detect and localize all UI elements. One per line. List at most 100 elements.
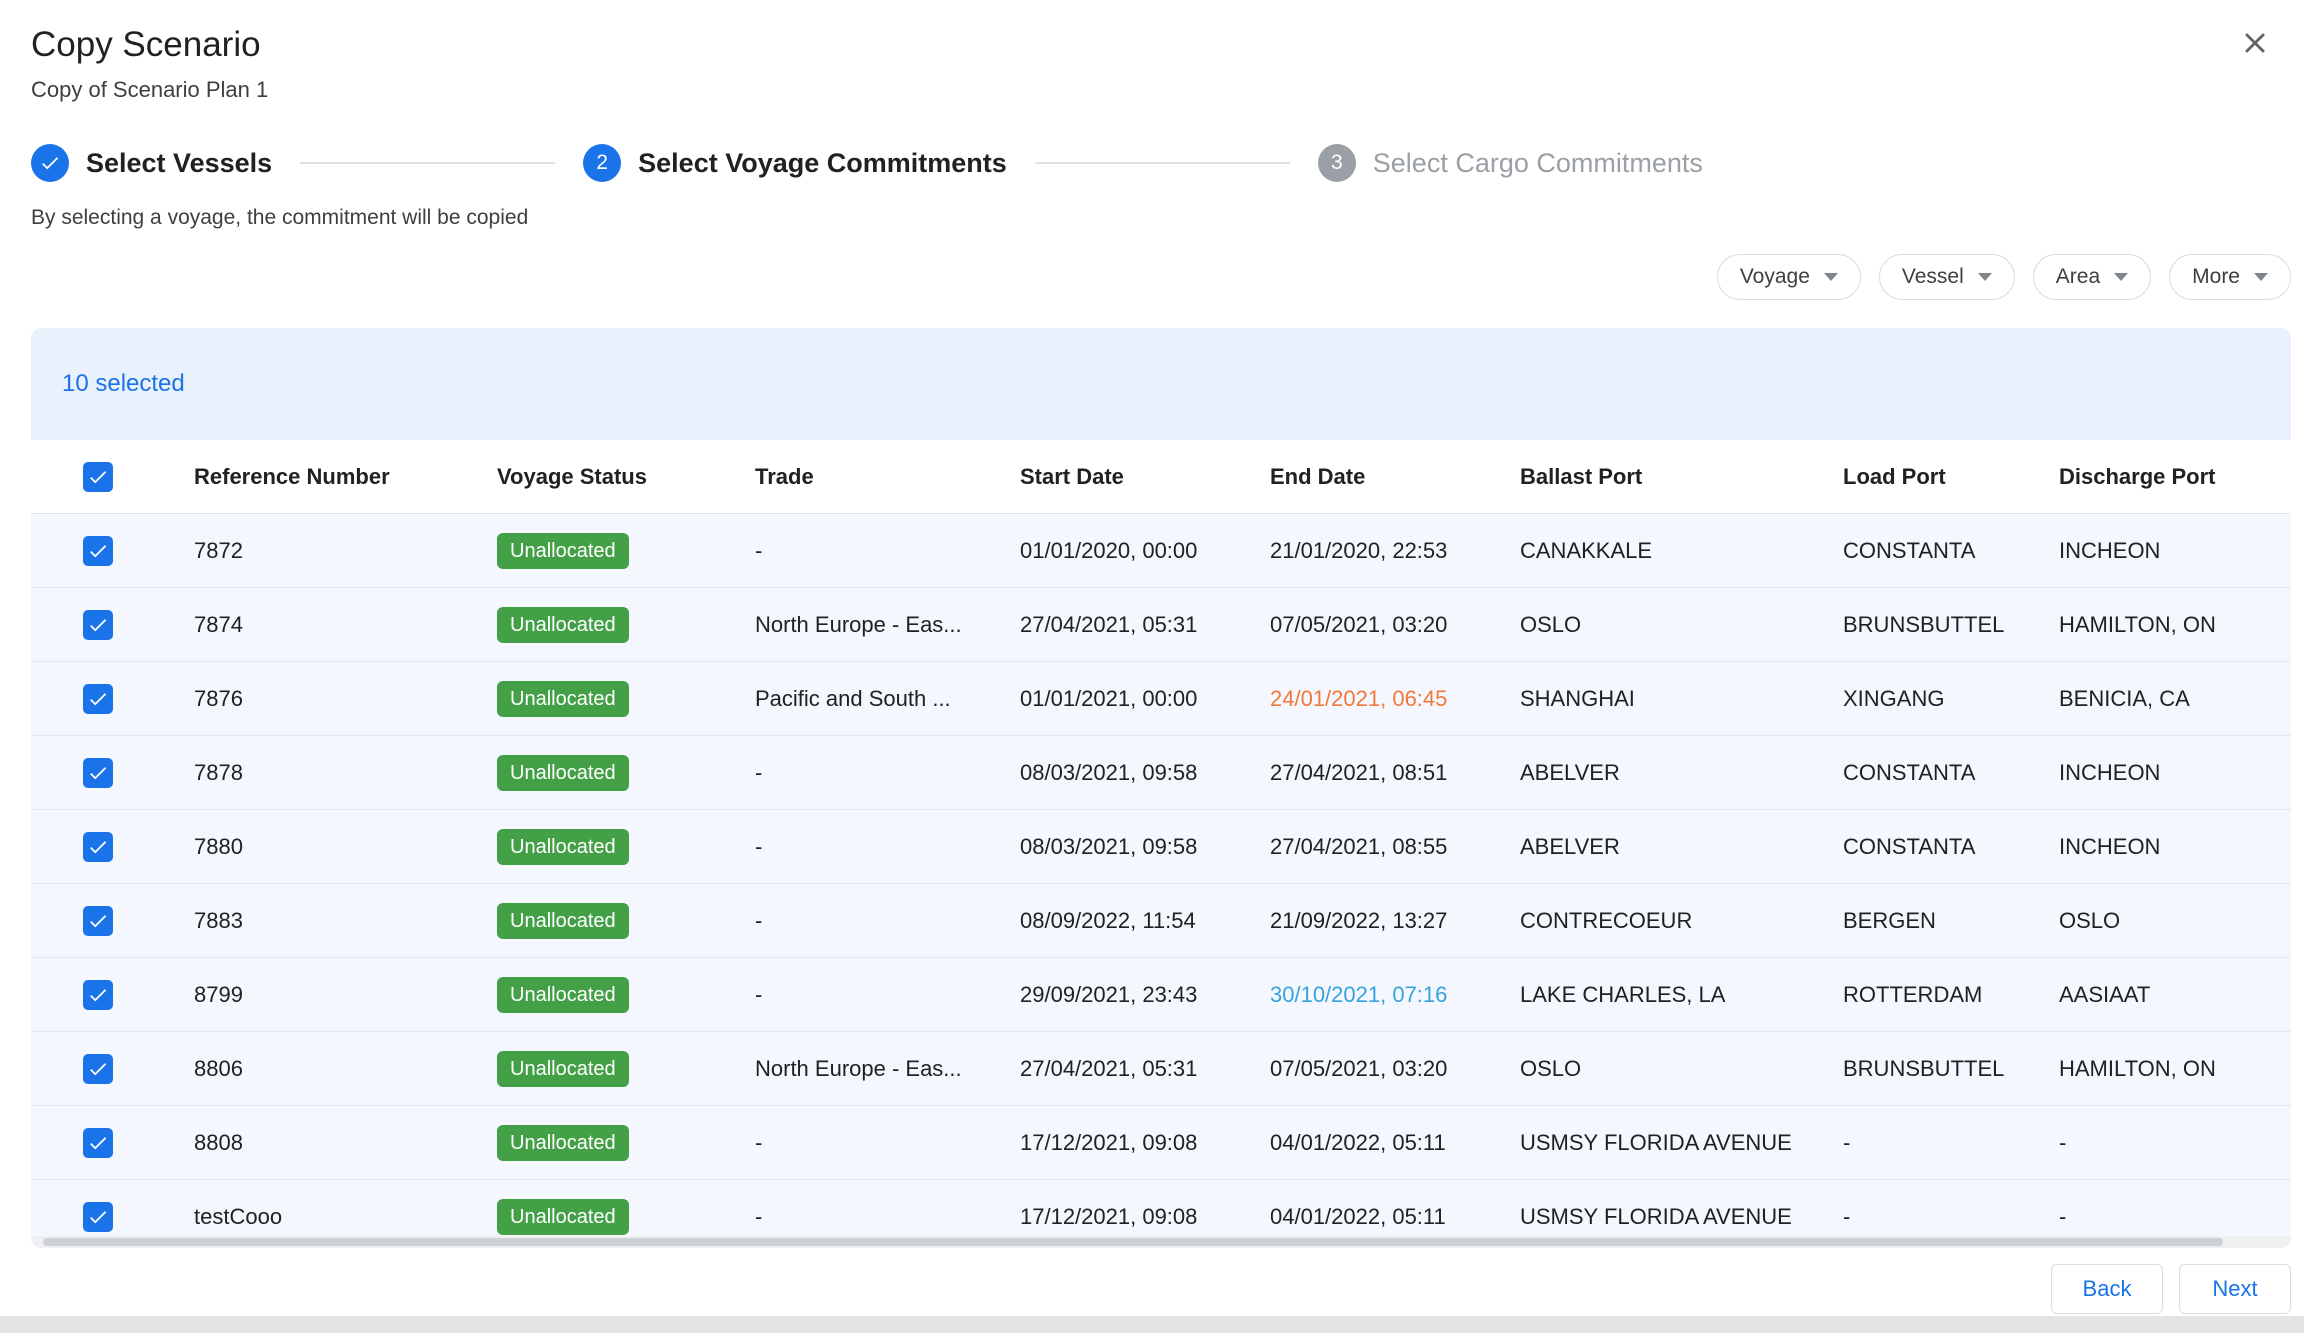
reference-number-cell: testCooo (194, 1204, 497, 1230)
start-date-cell: 17/12/2021, 09:08 (1020, 1130, 1270, 1156)
status-badge: Unallocated (497, 977, 629, 1013)
start-date-cell: 08/03/2021, 09:58 (1020, 834, 1270, 860)
stepper-caption: By selecting a voyage, the commitment wi… (31, 206, 2273, 230)
row-checkbox-cell (31, 980, 194, 1010)
load-port-cell: BERGEN (1843, 908, 2059, 934)
row-checkbox[interactable] (83, 536, 113, 566)
step-select-vessels[interactable]: Select Vessels (31, 144, 272, 182)
table-row: 7880 Unallocated - 08/03/2021, 09:58 27/… (31, 810, 2291, 884)
trade-cell: Pacific and South ... (755, 686, 1020, 712)
check-icon (87, 614, 109, 636)
select-all-checkbox[interactable] (83, 462, 113, 492)
column-header-voyage-status: Voyage Status (497, 464, 755, 490)
step-select-cargo-commitments[interactable]: 3 Select Cargo Commitments (1318, 144, 1703, 182)
voyage-status-cell: Unallocated (497, 755, 755, 791)
end-date-cell: 07/05/2021, 03:20 (1270, 612, 1520, 638)
row-checkbox[interactable] (83, 1128, 113, 1158)
table-header-row: Reference Number Voyage Status Trade Sta… (31, 440, 2291, 514)
voyage-status-cell: Unallocated (497, 1051, 755, 1087)
vessel-filter-button[interactable]: Vessel (1879, 254, 2015, 300)
column-header-end-date: End Date (1270, 464, 1520, 490)
voyage-status-cell: Unallocated (497, 1199, 755, 1235)
start-date-cell: 01/01/2020, 00:00 (1020, 538, 1270, 564)
row-checkbox[interactable] (83, 1054, 113, 1084)
discharge-port-cell: INCHEON (2059, 834, 2291, 860)
check-icon (39, 152, 61, 174)
back-button[interactable]: Back (2051, 1264, 2163, 1314)
filter-bar: Voyage Vessel Area More (31, 254, 2291, 300)
discharge-port-cell: INCHEON (2059, 538, 2291, 564)
ballast-port-cell: CANAKKALE (1520, 538, 1843, 564)
end-date-cell: 04/01/2022, 05:11 (1270, 1204, 1520, 1230)
step-2-indicator: 2 (583, 144, 621, 182)
reference-number-cell: 7883 (194, 908, 497, 934)
row-checkbox[interactable] (83, 1202, 113, 1232)
status-badge: Unallocated (497, 1051, 629, 1087)
discharge-port-cell: - (2059, 1204, 2291, 1230)
start-date-cell: 08/09/2022, 11:54 (1020, 908, 1270, 934)
ballast-port-cell: OSLO (1520, 1056, 1843, 1082)
table-row: 7883 Unallocated - 08/09/2022, 11:54 21/… (31, 884, 2291, 958)
load-port-cell: - (1843, 1130, 2059, 1156)
more-filter-button[interactable]: More (2169, 254, 2291, 300)
column-header-reference-number: Reference Number (194, 464, 497, 490)
trade-cell: - (755, 982, 1020, 1008)
end-date-cell: 27/04/2021, 08:51 (1270, 760, 1520, 786)
end-date-cell: 21/01/2020, 22:53 (1270, 538, 1520, 564)
start-date-cell: 17/12/2021, 09:08 (1020, 1204, 1270, 1230)
voyage-filter-button[interactable]: Voyage (1717, 254, 1861, 300)
check-icon (87, 466, 109, 488)
row-checkbox[interactable] (83, 684, 113, 714)
table-row: 7874 Unallocated North Europe - Eas... 2… (31, 588, 2291, 662)
check-icon (87, 1058, 109, 1080)
reference-number-cell: 8808 (194, 1130, 497, 1156)
load-port-cell: CONSTANTA (1843, 760, 2059, 786)
more-filter-label: More (2192, 265, 2240, 289)
discharge-port-cell: BENICIA, CA (2059, 686, 2291, 712)
load-port-cell: ROTTERDAM (1843, 982, 2059, 1008)
status-badge: Unallocated (497, 681, 629, 717)
horizontal-scrollbar[interactable] (31, 1236, 2291, 1248)
end-date-cell: 04/01/2022, 05:11 (1270, 1130, 1520, 1156)
voyage-status-cell: Unallocated (497, 903, 755, 939)
discharge-port-cell: OSLO (2059, 908, 2291, 934)
scrollbar-thumb[interactable] (43, 1238, 2223, 1246)
selection-bar: 10 selected (31, 328, 2291, 440)
end-date-cell: 30/10/2021, 07:16 (1270, 982, 1520, 1008)
table-row: 8799 Unallocated - 29/09/2021, 23:43 30/… (31, 958, 2291, 1032)
row-checkbox-cell (31, 1202, 194, 1232)
row-checkbox[interactable] (83, 610, 113, 640)
step-select-voyage-commitments[interactable]: 2 Select Voyage Commitments (583, 144, 1007, 182)
ballast-port-cell: SHANGHAI (1520, 686, 1843, 712)
voyage-status-cell: Unallocated (497, 533, 755, 569)
row-checkbox[interactable] (83, 832, 113, 862)
end-date-cell: 24/01/2021, 06:45 (1270, 686, 1520, 712)
check-icon (87, 762, 109, 784)
row-checkbox[interactable] (83, 906, 113, 936)
dialog-footer: Back Next (0, 1264, 2291, 1314)
column-header-load-port: Load Port (1843, 464, 2059, 490)
ballast-port-cell: ABELVER (1520, 760, 1843, 786)
stepper: Select Vessels 2 Select Voyage Commitmen… (31, 144, 2273, 182)
load-port-cell: BRUNSBUTTEL (1843, 612, 2059, 638)
close-button[interactable] (2232, 20, 2278, 69)
load-port-cell: CONSTANTA (1843, 834, 2059, 860)
area-filter-button[interactable]: Area (2033, 254, 2151, 300)
row-checkbox[interactable] (83, 758, 113, 788)
check-icon (87, 984, 109, 1006)
reference-number-cell: 7880 (194, 834, 497, 860)
status-badge: Unallocated (497, 533, 629, 569)
row-checkbox-cell (31, 1128, 194, 1158)
load-port-cell: XINGANG (1843, 686, 2059, 712)
vessel-filter-label: Vessel (1902, 265, 1964, 289)
trade-cell: North Europe - Eas... (755, 612, 1020, 638)
status-badge: Unallocated (497, 903, 629, 939)
step-1-label: Select Vessels (86, 148, 272, 179)
load-port-cell: CONSTANTA (1843, 538, 2059, 564)
status-badge: Unallocated (497, 607, 629, 643)
discharge-port-cell: - (2059, 1130, 2291, 1156)
trade-cell: North Europe - Eas... (755, 1056, 1020, 1082)
row-checkbox[interactable] (83, 980, 113, 1010)
next-button[interactable]: Next (2179, 1264, 2291, 1314)
voyage-status-cell: Unallocated (497, 1125, 755, 1161)
